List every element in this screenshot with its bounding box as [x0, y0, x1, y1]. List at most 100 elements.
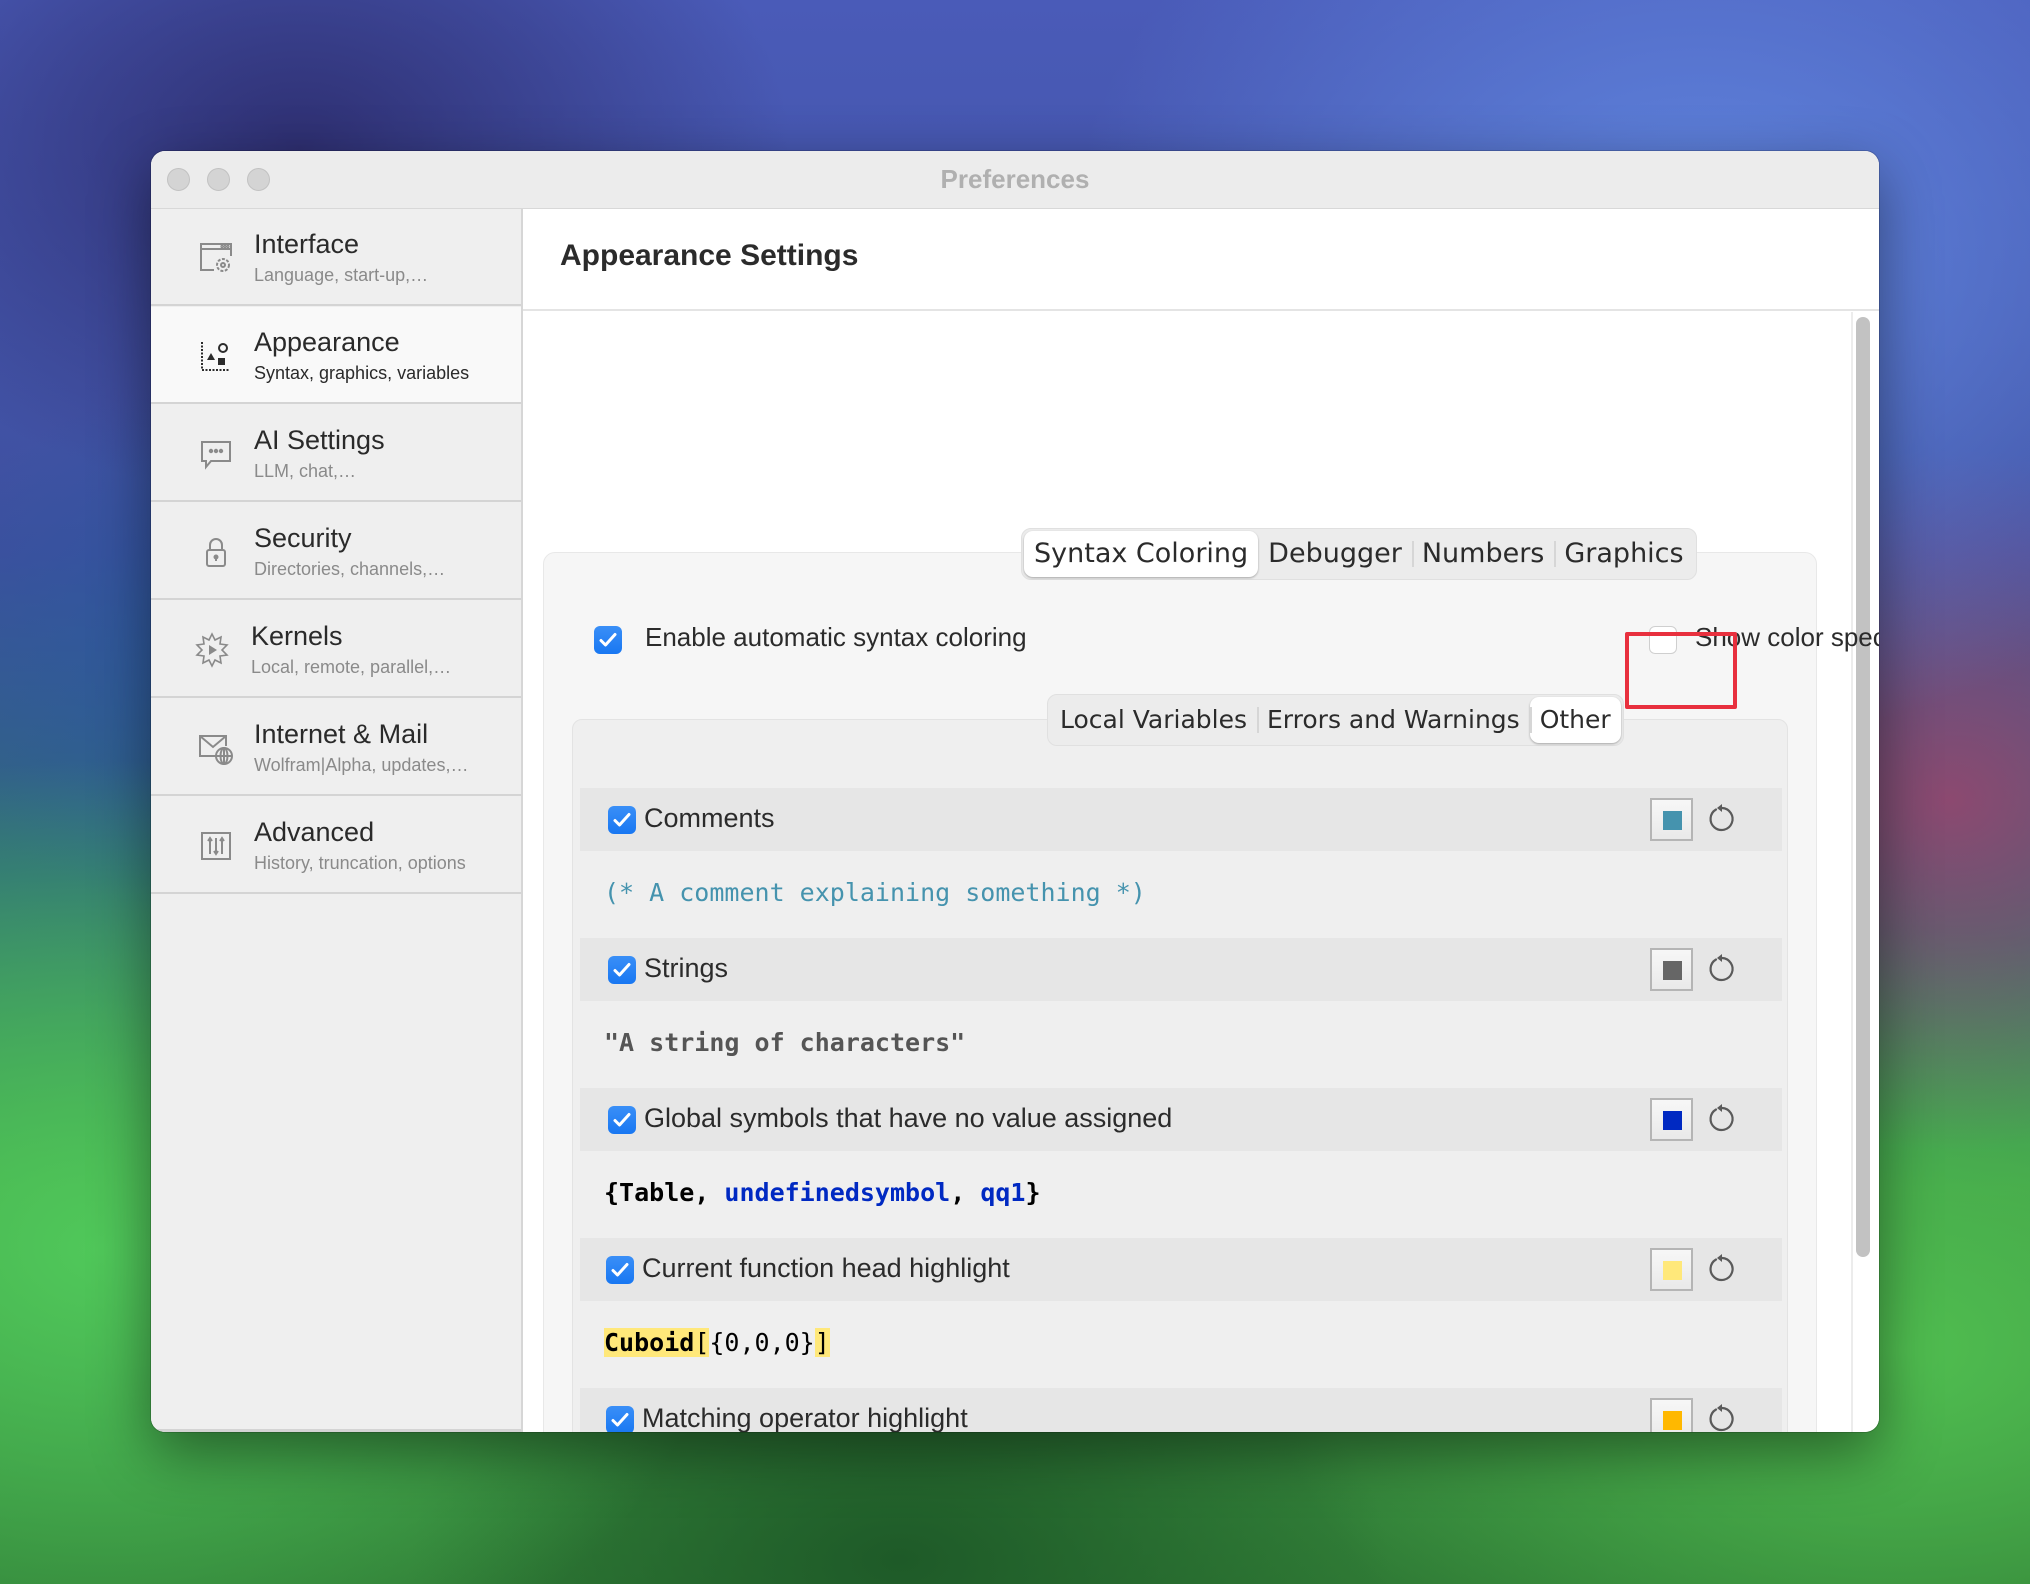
code-token: {0,0,0}: [709, 1328, 815, 1357]
sidebar-item-advanced[interactable]: Advanced History, truncation, options: [151, 797, 521, 894]
settings-tabs: Syntax Coloring Debugger Numbers Graphic…: [1021, 528, 1697, 580]
sidebar-item-label: Appearance: [254, 327, 400, 357]
color-fill: [1663, 1111, 1682, 1130]
sidebar-item-label: Internet & Mail: [254, 719, 429, 749]
sidebar-item-interface[interactable]: Interface Language, start-up,…: [151, 209, 521, 306]
checkmark-icon: [613, 1113, 631, 1127]
color-fill: [1663, 1411, 1682, 1430]
tab-local-variables[interactable]: Local Variables: [1050, 697, 1257, 743]
code-token: ,: [950, 1178, 981, 1207]
mail-globe-icon: [198, 730, 234, 766]
tab-syntax-coloring[interactable]: Syntax Coloring: [1024, 531, 1259, 577]
sidebar-item-sublabel: Language, start-up,…: [254, 265, 429, 285]
function-head-highlight-example: Cuboid[{0,0,0}]: [604, 1328, 830, 1357]
sidebar-item-label: AI Settings: [254, 425, 385, 455]
function-head-highlight-reset-button[interactable]: [1705, 1252, 1739, 1286]
code-token: {Table,: [604, 1178, 725, 1207]
reset-icon: [1709, 1254, 1734, 1282]
matching-operator-highlight-reset-button[interactable]: [1705, 1402, 1739, 1432]
sidebar-divider: [151, 1429, 521, 1432]
tab-numbers[interactable]: Numbers: [1411, 531, 1555, 577]
color-fill: [1663, 1261, 1682, 1280]
strings-checkbox[interactable]: [608, 956, 636, 984]
option-label: Current function head highlight: [642, 1253, 1010, 1283]
reset-icon: [1709, 804, 1734, 832]
code-token: (* A comment explaining something *): [604, 878, 1146, 907]
plot-shapes-icon: [198, 338, 234, 374]
comments-color-swatch[interactable]: [1650, 798, 1693, 841]
tab-debugger[interactable]: Debugger: [1258, 531, 1412, 577]
scrollbar-thumb[interactable]: [1856, 317, 1870, 1257]
scrollbar[interactable]: [1851, 312, 1871, 1432]
strings-example: "A string of characters": [604, 1028, 965, 1057]
sidebar-item-sublabel: Wolfram|Alpha, updates,…: [254, 755, 469, 775]
global-symbols-reset-button[interactable]: [1705, 1102, 1739, 1136]
color-fill: [1663, 961, 1682, 980]
sidebar-item-label: Advanced: [254, 817, 375, 847]
tab-other[interactable]: Other: [1529, 697, 1621, 743]
other-options-panel: Comments (* A comment explaining somethi…: [572, 719, 1788, 1432]
sidebar-item-label: Interface: [254, 229, 360, 259]
global-symbols-color-swatch[interactable]: [1650, 1098, 1693, 1141]
reset-icon: [1709, 1404, 1734, 1432]
lock-icon: [198, 534, 234, 570]
sidebar-item-label: Security: [254, 523, 352, 553]
option-label: Strings: [644, 953, 729, 983]
sidebar-item-sublabel: Directories, channels,…: [254, 559, 446, 579]
main-header: Appearance Settings: [523, 209, 1879, 311]
global-symbols-checkbox[interactable]: [608, 1106, 636, 1134]
code-token: [: [694, 1328, 710, 1357]
sidebar: Interface Language, start-up,… Appearanc…: [151, 209, 523, 1432]
tab-errors-and-warnings[interactable]: Errors and Warnings: [1257, 697, 1530, 743]
code-token: "A string of characters": [604, 1028, 966, 1057]
sidebar-item-ai-settings[interactable]: AI Settings LLM, chat,…: [151, 405, 521, 502]
sidebar-item-appearance[interactable]: Appearance Syntax, graphics, variables: [151, 307, 521, 404]
code-token: ]: [814, 1328, 830, 1357]
show-color-spectra-label: Show color spectra: [1695, 622, 1879, 652]
show-color-spectra-checkbox[interactable]: [1649, 626, 1677, 654]
checkmark-icon: [611, 1413, 629, 1427]
tab-graphics[interactable]: Graphics: [1554, 531, 1693, 577]
reset-icon: [1709, 954, 1734, 982]
window-gear-icon: [198, 240, 234, 276]
sidebar-item-sublabel: Local, remote, parallel,…: [251, 657, 452, 677]
code-token: qq1: [980, 1178, 1026, 1207]
window-title: Preferences: [940, 164, 1090, 194]
global-symbols-example: {Table, undefinedsymbol, qq1}: [604, 1178, 1041, 1207]
enable-syntax-coloring-checkbox[interactable]: [594, 626, 622, 654]
enable-syntax-coloring-label: Enable automatic syntax coloring: [645, 622, 1027, 652]
gear-play-icon: [194, 632, 230, 668]
title-bar: Preferences: [151, 151, 1879, 209]
syntax-category-tabs: Local Variables Errors and Warnings Othe…: [1047, 694, 1624, 746]
comments-checkbox[interactable]: [608, 806, 636, 834]
preferences-window: Preferences Interface Language, start-up…: [151, 151, 1879, 1432]
sidebar-item-sublabel: History, truncation, options: [254, 853, 466, 873]
sidebar-item-sublabel: Syntax, graphics, variables: [254, 363, 470, 383]
matching-operator-highlight-checkbox[interactable]: [606, 1406, 634, 1432]
sidebar-item-kernels[interactable]: Kernels Local, remote, parallel,…: [151, 601, 521, 698]
function-head-highlight-checkbox[interactable]: [606, 1256, 634, 1284]
comments-example: (* A comment explaining something *): [604, 878, 1146, 907]
option-label: Global symbols that have no value assign…: [644, 1103, 1173, 1133]
function-head-highlight-color-swatch[interactable]: [1650, 1248, 1693, 1291]
checkmark-icon: [599, 633, 617, 647]
option-label: Comments: [644, 803, 775, 833]
checkmark-icon: [613, 813, 631, 827]
option-row-strings: Strings: [580, 938, 1782, 1001]
sidebar-item-label: Kernels: [251, 621, 343, 651]
sidebar-item-security[interactable]: Security Directories, channels,…: [151, 503, 521, 600]
option-row-comments: Comments: [580, 788, 1782, 851]
strings-color-swatch[interactable]: [1650, 948, 1693, 991]
strings-reset-button[interactable]: [1705, 952, 1739, 986]
option-row-global-symbols: Global symbols that have no value assign…: [580, 1088, 1782, 1151]
option-row-matching-operator-highlight: Matching operator highlight: [580, 1388, 1782, 1432]
comments-reset-button[interactable]: [1705, 802, 1739, 836]
sidebar-item-internet-mail[interactable]: Internet & Mail Wolfram|Alpha, updates,…: [151, 699, 521, 796]
code-token: Cuboid: [604, 1328, 695, 1357]
page-title: Appearance Settings: [560, 239, 859, 272]
chat-bubble-icon: [198, 436, 234, 472]
option-row-function-head-highlight: Current function head highlight: [580, 1238, 1782, 1301]
matching-operator-highlight-color-swatch[interactable]: [1650, 1398, 1693, 1432]
code-token: }: [1025, 1178, 1041, 1207]
option-label: Matching operator highlight: [642, 1403, 968, 1432]
